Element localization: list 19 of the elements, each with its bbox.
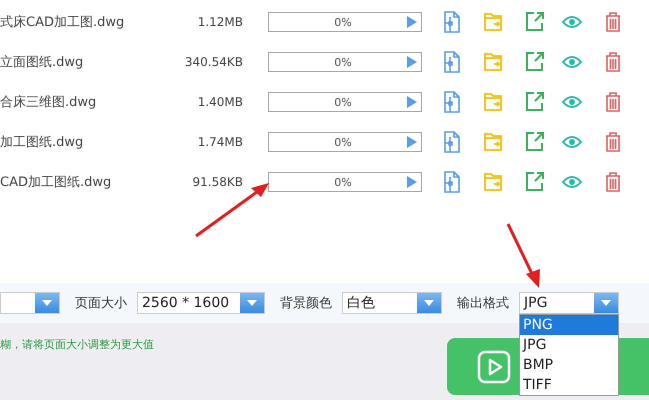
file-size: 1.12MB (196, 15, 243, 29)
setting-label: 页面大小 (75, 295, 127, 312)
setting-label: 背景颜色 (280, 295, 332, 312)
file-name: 式床CAD加工图.dwg (0, 14, 126, 31)
file-name: 加工图纸.dwg (0, 134, 84, 151)
file-name: CAD加工图纸.dwg (0, 174, 112, 191)
file-size: 91.58KB (192, 175, 243, 189)
file-name: 立面图纸.dwg (0, 54, 84, 71)
setting-label: 输出格式 (457, 295, 509, 312)
progress-reading: 0% (333, 136, 353, 148)
progress-reading: 0% (333, 176, 353, 188)
hint-text: 糊，请将页面大小调整为更大值 (0, 337, 154, 352)
file-size: 1.40MB (196, 95, 243, 109)
file-name: 合床三维图.dwg (0, 94, 98, 111)
progress-reading: 0% (333, 96, 353, 108)
file-size: 1.74MB (196, 135, 243, 149)
progress-reading: 0% (333, 16, 353, 28)
progress-reading: 0% (333, 56, 353, 68)
file-size: 340.54KB (184, 55, 243, 69)
